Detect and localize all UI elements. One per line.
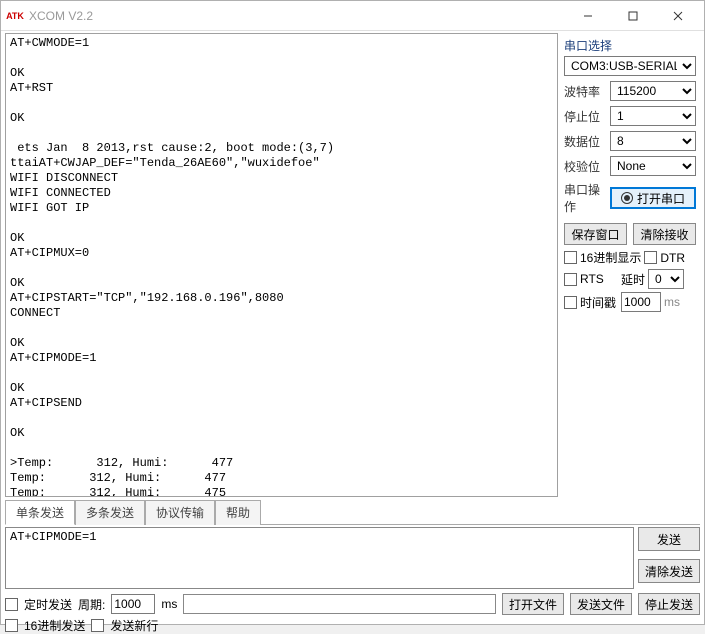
baud-select[interactable]: 115200 <box>610 81 696 101</box>
minimize-button[interactable] <box>565 2 610 30</box>
schedule-checkbox[interactable] <box>5 598 18 611</box>
serial-section-title: 串口选择 <box>564 37 696 54</box>
app-logo-icon: ATK <box>5 8 25 24</box>
save-window-button[interactable]: 保存窗口 <box>564 223 627 245</box>
timestamp-input[interactable] <box>621 292 661 312</box>
app-window: ATK XCOM V2.2 AT+CWMODE=1 OK AT+RST OK e… <box>0 0 705 625</box>
delay-select[interactable]: 0 <box>648 269 684 289</box>
side-panel: 串口选择 COM3:USB-SERIAL 波特率115200 停止位1 数据位8… <box>562 31 704 499</box>
hexsend-checkbox[interactable] <box>5 619 18 632</box>
newline-checkbox[interactable] <box>91 619 104 632</box>
stop-label: 停止位 <box>564 108 610 125</box>
timestamp-unit: ms <box>664 295 680 309</box>
op-label: 串口操作 <box>564 181 610 215</box>
data-select[interactable]: 8 <box>610 131 696 151</box>
clear-send-button[interactable]: 清除发送 <box>638 559 700 583</box>
period-unit: ms <box>161 597 177 611</box>
tab-bar: 单条发送 多条发送 协议传输 帮助 <box>5 499 700 525</box>
open-port-button[interactable]: 打开串口 <box>610 187 696 209</box>
send-file-button[interactable]: 发送文件 <box>570 593 632 615</box>
period-label: 周期: <box>78 596 105 613</box>
dtr-label: DTR <box>660 251 685 265</box>
console-output: AT+CWMODE=1 OK AT+RST OK ets Jan 8 2013,… <box>5 33 558 497</box>
baud-label: 波特率 <box>564 83 610 100</box>
data-label: 数据位 <box>564 133 610 150</box>
timestamp-label: 时间戳 <box>580 294 618 311</box>
radio-dot-icon <box>621 192 633 204</box>
maximize-button[interactable] <box>610 2 655 30</box>
port-select[interactable]: COM3:USB-SERIAL <box>564 56 696 76</box>
timestamp-checkbox[interactable] <box>564 296 577 309</box>
tab-help[interactable]: 帮助 <box>215 500 261 525</box>
delay-label: 延时 <box>621 271 645 288</box>
stop-send-button[interactable]: 停止发送 <box>638 593 700 615</box>
window-title: XCOM V2.2 <box>29 9 565 23</box>
open-port-text: 打开串口 <box>637 190 685 207</box>
rts-checkbox[interactable] <box>564 273 577 286</box>
hex-label: 16进制显示 <box>580 249 641 266</box>
tab-protocol[interactable]: 协议传输 <box>145 500 215 525</box>
dtr-checkbox[interactable] <box>644 251 657 264</box>
hexsend-label: 16进制发送 <box>24 617 85 634</box>
clear-recv-button[interactable]: 清除接收 <box>633 223 696 245</box>
parity-label: 校验位 <box>564 158 610 175</box>
hex-checkbox[interactable] <box>564 251 577 264</box>
stop-select[interactable]: 1 <box>610 106 696 126</box>
close-button[interactable] <box>655 2 700 30</box>
rts-label: RTS <box>580 272 618 286</box>
parity-select[interactable]: None <box>610 156 696 176</box>
period-input[interactable] <box>111 594 155 614</box>
schedule-label: 定时发送 <box>24 596 72 613</box>
file-path-input[interactable] <box>183 594 496 614</box>
tab-single-send[interactable]: 单条发送 <box>5 500 75 525</box>
open-file-button[interactable]: 打开文件 <box>502 593 564 615</box>
tab-multi-send[interactable]: 多条发送 <box>75 500 145 525</box>
send-button[interactable]: 发送 <box>638 527 700 551</box>
newline-label: 发送新行 <box>110 617 158 634</box>
titlebar: ATK XCOM V2.2 <box>1 1 704 31</box>
send-input[interactable]: AT+CIPMODE=1 <box>5 527 634 589</box>
